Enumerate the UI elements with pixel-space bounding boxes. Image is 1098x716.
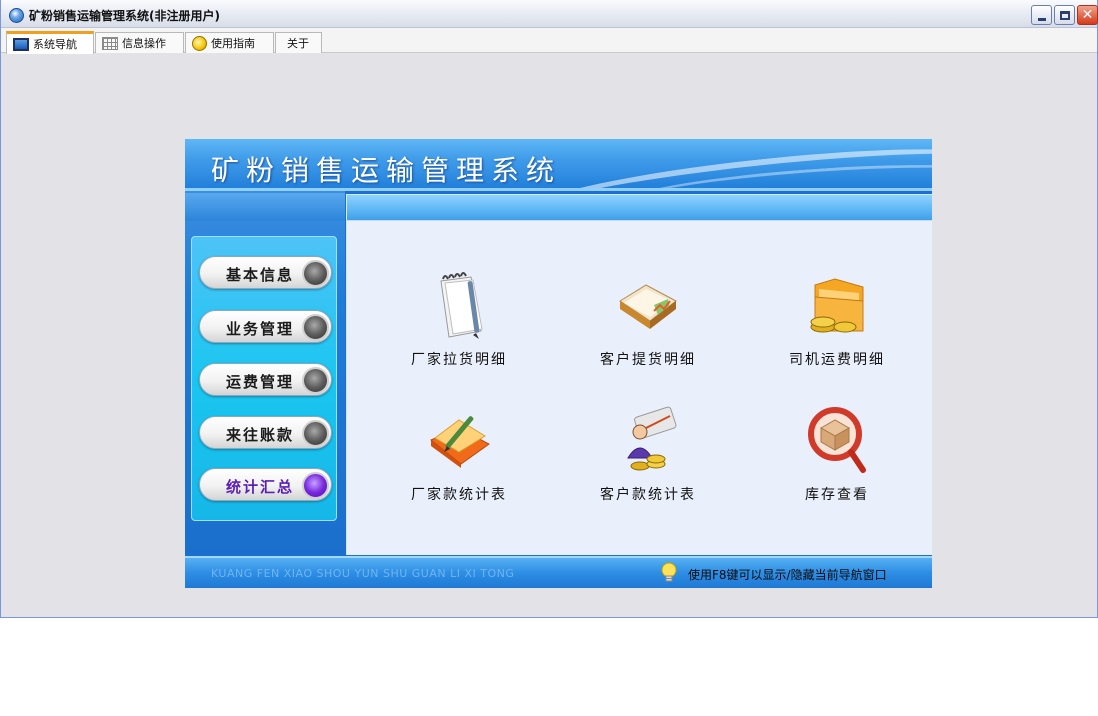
menu-label: 运费管理 (226, 373, 295, 391)
gray-knob-icon (302, 420, 329, 447)
tab-user-guide[interactable]: 使用指南 (185, 32, 274, 53)
tile-label: 司机运费明细 (789, 352, 885, 368)
menu-freight-button[interactable]: 运费管理 (199, 363, 332, 396)
tile-customer-pickup[interactable]: 客户提货明细 (568, 271, 728, 381)
tile-factory-pickup[interactable]: 厂家拉货明细 (379, 271, 539, 381)
tile-factory-payment-stats[interactable]: 厂家款统计表 (379, 406, 539, 516)
menu-box: 基本信息 业务管理 运费管理 来往账款 统计汇总 (191, 236, 337, 521)
restore-icon (1059, 10, 1070, 20)
folder-pen-icon (430, 416, 490, 468)
footer-bar: KUANG FEN XIAO SHOU YUN SHU GUAN LI XI T… (185, 556, 932, 588)
menu-label: 来往账款 (226, 426, 295, 444)
tab-system-nav[interactable]: 系统导航 (6, 31, 94, 54)
tile-label: 客户款统计表 (600, 487, 696, 503)
content-area: 厂家拉货明细 客户提货明细 司机运费明细 厂家款统计表 客户款统计表 库存查看 (346, 220, 932, 555)
footer-hint: 使用F8键可以显示/隐藏当前导航窗口 (688, 568, 887, 582)
close-icon: ✕ (1081, 7, 1094, 23)
title-bar: 矿粉销售运输管理系统(非注册用户) ✕ (1, 0, 1098, 28)
open-book-chart-icon (619, 284, 677, 329)
help-icon (192, 35, 207, 51)
window-title: 矿粉销售运输管理系统(非注册用户) (29, 9, 220, 23)
tab-label: 关于 (287, 37, 309, 50)
monitor-icon (13, 37, 29, 51)
left-menu-column: 基本信息 业务管理 运费管理 来往账款 统计汇总 (185, 191, 345, 556)
gray-knob-icon (302, 260, 329, 287)
tile-customer-payment-stats[interactable]: 客户款统计表 (568, 406, 728, 516)
minimize-icon (1037, 17, 1046, 21)
content-header-bar (346, 194, 932, 220)
left-menu-header (185, 193, 345, 221)
banner-title: 矿粉销售运输管理系统 (211, 154, 562, 187)
menu-label: 基本信息 (226, 266, 295, 284)
minimize-button[interactable] (1031, 5, 1052, 25)
menu-statistics-button[interactable]: 统计汇总 (199, 468, 332, 501)
menu-basic-info-button[interactable]: 基本信息 (199, 256, 332, 289)
lightbulb-icon (661, 562, 677, 582)
folder-coins-icon (810, 278, 864, 333)
tile-driver-freight[interactable]: 司机运费明细 (757, 271, 917, 381)
tab-label: 使用指南 (211, 37, 255, 50)
menu-label: 业务管理 (226, 320, 295, 338)
gray-knob-icon (302, 367, 329, 394)
footer-pinyin: KUANG FEN XIAO SHOU YUN SHU GUAN LI XI T… (211, 567, 515, 580)
close-button[interactable]: ✕ (1077, 5, 1098, 25)
navigation-panel: 矿粉销售运输管理系统 基本信息 业务管理 运费管理 来往账款 统计汇总 厂家拉货… (185, 139, 932, 588)
notebook-pen-icon (440, 272, 483, 339)
restore-button[interactable] (1054, 5, 1075, 25)
tile-label: 客户提货明细 (600, 352, 696, 368)
banner: 矿粉销售运输管理系统 (185, 139, 932, 191)
menu-label: 统计汇总 (226, 478, 295, 496)
gray-knob-icon (302, 314, 329, 341)
box-magnifier-icon (808, 407, 866, 473)
tile-label: 库存查看 (805, 487, 869, 503)
tab-info-ops[interactable]: 信息操作 (95, 32, 184, 53)
tab-label: 信息操作 (122, 37, 166, 50)
user-coins-icon (627, 406, 677, 471)
menu-business-button[interactable]: 业务管理 (199, 310, 332, 343)
tab-label: 系统导航 (33, 38, 77, 51)
tile-label: 厂家拉货明细 (411, 352, 507, 368)
tab-about[interactable]: 关于 (275, 32, 322, 53)
tab-bar: 系统导航 信息操作 使用指南 关于 (1, 28, 1097, 54)
main-window: 矿粉销售运输管理系统(非注册用户) ✕ 系统导航 信息操作 使用指南 关于 矿粉… (0, 0, 1098, 618)
grid-icon (102, 36, 118, 50)
tile-label: 厂家款统计表 (411, 487, 507, 503)
purple-knob-icon (302, 472, 329, 499)
app-logo-icon (9, 8, 24, 23)
tile-inventory-view[interactable]: 库存查看 (757, 406, 917, 516)
menu-accounts-button[interactable]: 来往账款 (199, 416, 332, 449)
